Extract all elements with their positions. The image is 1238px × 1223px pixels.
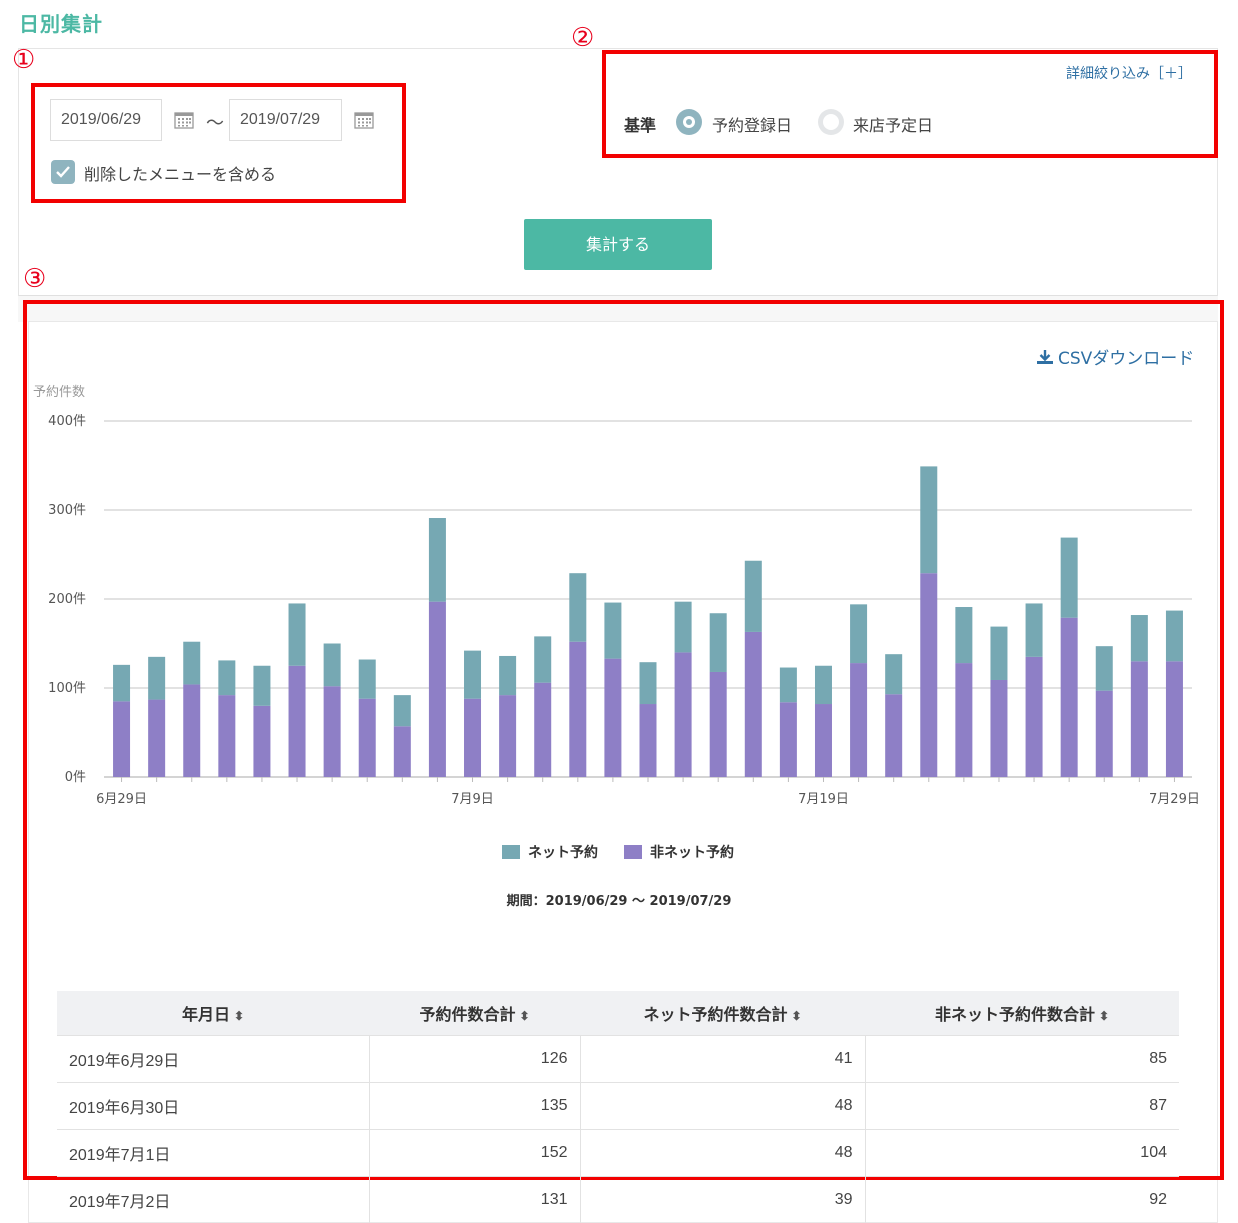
date-from-input[interactable]: 2019/06/29 (50, 99, 162, 141)
table-row: 2019年7月1日 152 48 104 (57, 1128, 1179, 1176)
basis-label: 基準 (624, 116, 657, 135)
basis-option-visit-date-label: 来店予定日 (853, 116, 934, 135)
annotation-marker-1: ① (12, 45, 36, 75)
table-row: 2019年6月30日 135 48 87 (57, 1081, 1179, 1129)
cell-date: 2019年7月1日 (57, 1128, 370, 1176)
sort-icon[interactable]: ⬍ (791, 1009, 801, 1023)
cell-non-net: 87 (865, 1081, 1179, 1129)
cell-date: 2019年6月30日 (57, 1081, 370, 1129)
summary-table: 年月日 ⬍ 予約件数合計 ⬍ ネット予約件数合計 ⬍ 非ネット予約件数合計 ⬍ 2019… (57, 991, 1179, 1223)
basis-radio-reservation-date[interactable] (676, 109, 702, 135)
date-range-separator: ～ (206, 113, 224, 134)
cell-total: 135 (369, 1081, 581, 1129)
basis-option-reservation-date-label: 予約登録日 (712, 116, 793, 135)
cell-non-net: 85 (865, 1034, 1179, 1082)
date-to-input[interactable]: 2019/07/29 (229, 99, 342, 141)
column-header-total[interactable]: 予約件数合計 ⬍ (369, 991, 580, 1035)
column-header-net-total[interactable]: ネット予約件数合計 ⬍ (580, 991, 865, 1035)
table-row: 2019年7月2日 131 39 92 (57, 1175, 1179, 1223)
table-row: 2019年6月29日 126 41 85 (57, 1034, 1179, 1082)
calendar-from-icon[interactable] (174, 111, 194, 129)
sort-icon[interactable]: ⬍ (234, 1009, 244, 1023)
cell-net: 48 (580, 1081, 866, 1129)
cell-total: 126 (369, 1034, 581, 1082)
cell-total: 152 (369, 1128, 581, 1176)
column-header-non-net-total[interactable]: 非ネット予約件数合計 ⬍ (865, 991, 1179, 1035)
calendar-to-icon[interactable] (354, 111, 374, 129)
check-icon (56, 166, 70, 178)
annotation-marker-2: ② (571, 23, 595, 53)
cell-net: 39 (580, 1175, 866, 1223)
cell-date: 2019年6月29日 (57, 1034, 370, 1082)
include-deleted-label: 削除したメニューを含める (84, 165, 277, 184)
detail-filter-link[interactable]: 詳細絞り込み［＋］ (1066, 63, 1192, 83)
annotation-marker-3: ③ (23, 264, 47, 294)
cell-non-net: 92 (865, 1175, 1179, 1223)
column-header-date[interactable]: 年月日 ⬍ (57, 991, 369, 1035)
cell-non-net: 104 (865, 1128, 1179, 1176)
sort-icon[interactable]: ⬍ (519, 1009, 529, 1023)
cell-net: 41 (580, 1034, 866, 1082)
sort-icon[interactable]: ⬍ (1099, 1009, 1109, 1023)
include-deleted-checkbox[interactable] (51, 160, 75, 184)
submit-button[interactable]: 集計する (524, 219, 712, 270)
page-title: 日別集計 (19, 12, 103, 36)
cell-date: 2019年7月2日 (57, 1175, 370, 1223)
cell-net: 48 (580, 1128, 866, 1176)
basis-radio-visit-date[interactable] (818, 109, 844, 135)
cell-total: 131 (369, 1175, 581, 1223)
